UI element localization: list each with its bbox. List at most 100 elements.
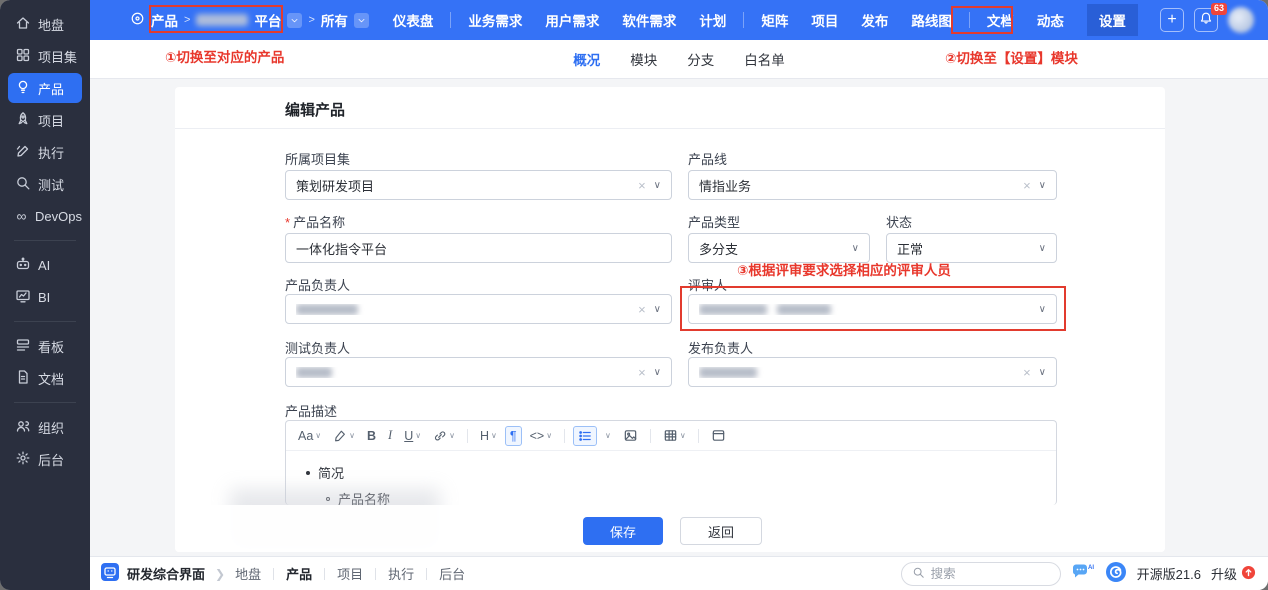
chevron-right-icon: ❯ [215, 567, 225, 581]
chevron-down-icon[interactable]: ∨ [654, 367, 661, 378]
avatar[interactable] [1228, 7, 1254, 33]
sidebar-item-test[interactable]: 测试 [8, 169, 82, 199]
nav-item-software-req[interactable]: 软件需求 [622, 10, 676, 30]
nav-item-dynamic[interactable]: 动态 [1037, 10, 1064, 30]
nav-item-release[interactable]: 发布 [861, 10, 888, 30]
nav-item-user-req[interactable]: 用户需求 [545, 10, 599, 30]
project-set-select[interactable]: 策划研发项目 × ∨ [285, 170, 672, 200]
save-button[interactable]: 保存 [583, 517, 663, 545]
bold-button[interactable]: B [363, 427, 380, 445]
sidebar-item-dashboard[interactable]: 地盘 [8, 9, 82, 39]
form-actions-bar: 保存 返回 [175, 505, 1165, 552]
list-dropdown[interactable]: ∨ [601, 429, 615, 442]
reviewers-select[interactable]: ∨ [688, 294, 1057, 324]
sidebar-item-org[interactable]: 组织 [8, 412, 82, 442]
app-switcher[interactable]: 研发综合界面 [100, 562, 205, 585]
product-line-select[interactable]: 情指业务 × ∨ [688, 170, 1057, 200]
code-button[interactable]: <>∨ [526, 427, 556, 445]
sidebar-item-product[interactable]: 产品 [8, 73, 82, 103]
search-box[interactable] [901, 562, 1061, 586]
footer-tab-admin[interactable]: 后台 [439, 564, 465, 583]
chevron-down-icon[interactable]: ∨ [1039, 304, 1046, 315]
breadcrumb-product[interactable]: 平台 [254, 10, 281, 30]
pen-icon [15, 143, 31, 162]
test-owner-select[interactable]: × ∨ [285, 357, 672, 387]
footer-tab-execution[interactable]: 执行 [388, 564, 414, 583]
product-name-input[interactable]: 一体化指令平台 [285, 233, 672, 263]
people-icon [15, 418, 31, 437]
product-dropdown-button[interactable] [287, 13, 302, 28]
release-owner-select[interactable]: × ∨ [688, 357, 1057, 387]
sidebar-item-admin[interactable]: 后台 [8, 444, 82, 474]
sidebar-item-bi[interactable]: BI [8, 282, 82, 312]
breadcrumb-scope[interactable]: 所有 [321, 10, 348, 30]
version-label[interactable]: 开源版21.6 [1137, 564, 1201, 583]
chevron-down-icon[interactable]: ∨ [654, 180, 661, 191]
link-button[interactable]: ∨ [429, 427, 459, 445]
sidebar-collapse-button[interactable] [0, 559, 90, 580]
clear-icon[interactable]: × [638, 302, 646, 317]
footer-tab-dashboard[interactable]: 地盘 [235, 564, 261, 583]
product-name-value: 一体化指令平台 [296, 239, 387, 258]
nav-item-business-req[interactable]: 业务需求 [468, 10, 522, 30]
chevron-down-icon[interactable]: ∨ [1039, 180, 1046, 191]
back-button[interactable]: 返回 [680, 517, 762, 545]
panel-button[interactable] [707, 426, 730, 445]
tab-module[interactable]: 模块 [630, 49, 657, 69]
clear-icon[interactable]: × [1023, 178, 1031, 193]
search-input[interactable] [931, 567, 1031, 581]
nav-item-roadmap[interactable]: 路线图 [911, 10, 952, 30]
chevron-down-icon[interactable]: ∨ [852, 243, 859, 254]
product-owner-select[interactable]: × ∨ [285, 294, 672, 324]
nav-item-project[interactable]: 项目 [811, 10, 838, 30]
redacted-name [699, 304, 767, 315]
breadcrumb-module[interactable]: 产品 [151, 10, 178, 30]
list-button[interactable] [573, 426, 597, 446]
project-set-value: 策划研发项目 [296, 176, 374, 195]
underline-button[interactable]: U∨ [400, 427, 425, 445]
footer-tab-project[interactable]: 项目 [337, 564, 363, 583]
sidebar-item-devops[interactable]: ∞ DevOps [8, 201, 82, 231]
ai-chat-icon[interactable]: AI [1071, 562, 1095, 585]
sidebar-divider [14, 321, 76, 322]
sidebar-item-kanban[interactable]: 看板 [8, 331, 82, 361]
sidebar-item-execution[interactable]: 执行 [8, 137, 82, 167]
scope-dropdown-button[interactable] [354, 13, 369, 28]
nav-item-settings[interactable]: 设置 [1087, 4, 1138, 36]
clear-icon[interactable]: × [638, 178, 646, 193]
sidebar-item-project[interactable]: 项目 [8, 105, 82, 135]
heading-button[interactable]: H∨ [476, 427, 501, 445]
chevron-down-icon[interactable]: ∨ [654, 304, 661, 315]
search-icon [912, 566, 925, 582]
table-button[interactable]: ∨ [659, 426, 690, 445]
nav-item-plan[interactable]: 计划 [699, 10, 726, 30]
chevron-down-icon[interactable]: ∨ [1039, 367, 1046, 378]
sidebar-item-doc[interactable]: 文档 [8, 363, 82, 393]
add-button[interactable]: + [1160, 8, 1184, 32]
field-label-description: 产品描述 [285, 401, 337, 420]
tab-branch[interactable]: 分支 [687, 49, 714, 69]
upgrade-link[interactable]: 升级 [1211, 564, 1256, 583]
tab-whitelist[interactable]: 白名单 [744, 49, 785, 69]
nav-item-matrix[interactable]: 矩阵 [761, 10, 788, 30]
chevron-down-icon[interactable]: ∨ [1039, 243, 1046, 254]
footer-tab-product[interactable]: 产品 [286, 564, 312, 583]
clear-icon[interactable]: × [1023, 365, 1031, 380]
notifications-button[interactable]: 63 [1194, 8, 1218, 32]
clear-icon[interactable]: × [638, 365, 646, 380]
top-navbar: 产品 > 平台 > 所有 仪表盘 业务需求 用户需求 软件需求 计划 矩阵 项目… [90, 0, 1268, 40]
nav-item-doc[interactable]: 文档 [987, 10, 1014, 30]
font-style-button[interactable]: Aa∨ [294, 427, 325, 445]
sidebar-item-label: 看板 [38, 337, 64, 356]
sidebar-item-program[interactable]: 项目集 [8, 41, 82, 71]
redacted-name [296, 367, 332, 378]
italic-button[interactable]: I [384, 426, 396, 445]
image-button[interactable] [619, 426, 642, 445]
nav-item-dashboard[interactable]: 仪表盘 [393, 10, 434, 30]
home-icon [15, 15, 31, 34]
paragraph-button[interactable]: ¶ [505, 426, 522, 446]
sidebar-item-ai[interactable]: AI [8, 250, 82, 280]
format-brush-button[interactable]: ∨ [329, 427, 359, 445]
tab-overview[interactable]: 概况 [573, 49, 600, 69]
footer-divider [273, 568, 274, 580]
